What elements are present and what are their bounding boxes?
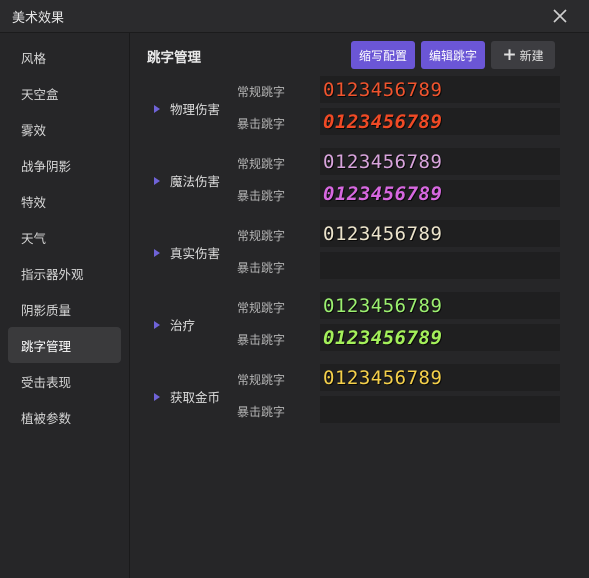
plus-icon: +: [502, 44, 517, 65]
scale-config-button[interactable]: 缩写配置: [351, 41, 415, 69]
crit-text-label: 暴击跳字: [237, 189, 286, 203]
preview-digits: 0123456789: [323, 110, 443, 133]
normal-text-preview[interactable]: 0123456789: [320, 220, 560, 247]
sidebar-item-shadow-quality[interactable]: 阴影质量: [8, 291, 121, 327]
expand-arrow-icon: [154, 392, 160, 401]
expand-arrow-icon: [154, 176, 160, 185]
crit-text-label: 暴击跳字: [237, 405, 286, 419]
group-physical-damage[interactable]: 物理伤害: [154, 99, 220, 118]
preview-digits: 0123456789: [323, 78, 443, 101]
sidebar-item-vegetation[interactable]: 植被参数: [8, 399, 121, 435]
normal-text-preview[interactable]: 0123456789: [320, 148, 560, 175]
sidebar-item-effects[interactable]: 特效: [8, 183, 121, 219]
main-panel: 跳字管理 缩写配置 编辑跳字 + 新建 物理伤害 常规跳字 0123456789…: [130, 33, 589, 578]
normal-text-preview[interactable]: 0123456789: [320, 292, 560, 319]
expand-arrow-icon: [154, 248, 160, 257]
preview-digits: 0123456789: [323, 326, 443, 349]
sidebar-item-skybox[interactable]: 天空盒: [8, 75, 121, 111]
group-name: 物理伤害: [170, 102, 221, 117]
title-bar: 美术效果: [0, 0, 589, 33]
crit-text-label: 暴击跳字: [237, 117, 286, 131]
group-magic-damage[interactable]: 魔法伤害: [154, 171, 220, 190]
close-icon: [553, 9, 567, 23]
sidebar-item-damage-text[interactable]: 跳字管理: [8, 327, 121, 363]
group-name: 魔法伤害: [170, 174, 221, 189]
normal-text-label: 常规跳字: [237, 373, 286, 387]
art-effects-window: 美术效果 风格 天空盒 雾效 战争阴影 特效 天气 指示器外观 阴影质量 跳字管…: [0, 0, 589, 578]
group-gold-gain[interactable]: 获取金币: [154, 387, 220, 406]
preview-digits: 0123456789: [323, 150, 443, 173]
normal-text-label: 常规跳字: [237, 157, 286, 171]
crit-text-preview[interactable]: [320, 396, 560, 423]
sidebar-item-hit-feedback[interactable]: 受击表现: [8, 363, 121, 399]
sidebar-item-style[interactable]: 风格: [8, 39, 121, 75]
crit-text-preview[interactable]: [320, 252, 560, 279]
group-name: 获取金币: [170, 390, 221, 405]
preview-digits: 0123456789: [323, 182, 443, 205]
expand-arrow-icon: [154, 104, 160, 113]
preview-digits: 0123456789: [323, 294, 443, 317]
crit-text-preview[interactable]: 0123456789: [320, 180, 560, 207]
normal-text-label: 常规跳字: [237, 85, 286, 99]
expand-arrow-icon: [154, 320, 160, 329]
sidebar-item-fog-of-war[interactable]: 战争阴影: [8, 147, 121, 183]
window-title: 美术效果: [12, 11, 65, 26]
new-button[interactable]: + 新建: [491, 41, 555, 69]
normal-text-preview[interactable]: 0123456789: [320, 364, 560, 391]
normal-text-label: 常规跳字: [237, 229, 286, 243]
group-heal[interactable]: 治疗: [154, 315, 195, 334]
new-button-label: 新建: [519, 48, 544, 63]
sidebar: 风格 天空盒 雾效 战争阴影 特效 天气 指示器外观 阴影质量 跳字管理 受击表…: [0, 33, 130, 578]
edit-damage-text-button[interactable]: 编辑跳字: [421, 41, 485, 69]
normal-text-label: 常规跳字: [237, 301, 286, 315]
normal-text-preview[interactable]: 0123456789: [320, 76, 560, 103]
sidebar-item-fog[interactable]: 雾效: [8, 111, 121, 147]
group-name: 治疗: [170, 318, 196, 333]
group-name: 真实伤害: [170, 246, 221, 261]
preview-digits: 0123456789: [323, 222, 443, 245]
crit-text-label: 暴击跳字: [237, 261, 286, 275]
crit-text-preview[interactable]: 0123456789: [320, 324, 560, 351]
page-title: 跳字管理: [147, 50, 201, 66]
preview-digits: 0123456789: [323, 366, 443, 389]
crit-text-preview[interactable]: 0123456789: [320, 108, 560, 135]
crit-text-label: 暴击跳字: [237, 333, 286, 347]
sidebar-item-weather[interactable]: 天气: [8, 219, 121, 255]
close-button[interactable]: [548, 4, 572, 28]
group-true-damage[interactable]: 真实伤害: [154, 243, 220, 262]
sidebar-item-indicator-appearance[interactable]: 指示器外观: [8, 255, 121, 291]
